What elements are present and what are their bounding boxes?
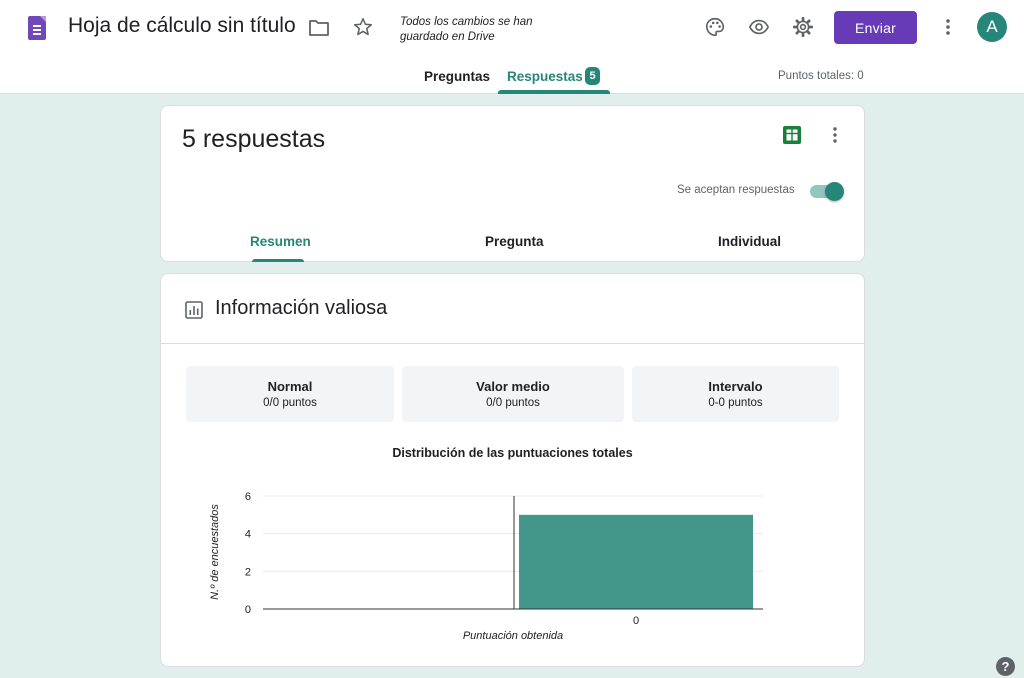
subtab-individual[interactable]: Individual bbox=[718, 234, 781, 249]
star-icon[interactable] bbox=[352, 16, 374, 38]
active-subtab-indicator bbox=[252, 259, 304, 262]
chart-y-ticks: 0 2 4 6 bbox=[245, 491, 251, 616]
more-vert-icon[interactable] bbox=[938, 16, 958, 38]
stat-normal: Normal 0/0 puntos bbox=[186, 366, 394, 422]
send-button[interactable]: Enviar bbox=[834, 11, 917, 44]
stat-label: Valor medio bbox=[476, 379, 550, 394]
chart-y-axis-label: N.º de encuestados bbox=[209, 504, 221, 600]
eye-icon[interactable] bbox=[747, 16, 771, 38]
insights-title: Información valiosa bbox=[215, 297, 388, 319]
stat-range: Intervalo 0-0 puntos bbox=[632, 366, 839, 422]
chart-x-tick-label: 0 bbox=[633, 615, 639, 627]
active-tab-indicator bbox=[498, 90, 610, 94]
tab-questions[interactable]: Preguntas bbox=[424, 69, 490, 84]
palette-icon[interactable] bbox=[704, 16, 726, 38]
chart-y-tick-label: 4 bbox=[245, 529, 251, 541]
stat-value: 0/0 puntos bbox=[486, 397, 540, 409]
save-status: Todos los cambios se han guardado en Dri… bbox=[400, 16, 533, 43]
top-header: Hoja de cálculo sin título Todos los cam… bbox=[0, 0, 1024, 94]
subtab-summary[interactable]: Resumen bbox=[250, 234, 311, 249]
tab-responses[interactable]: Respuestas bbox=[507, 69, 583, 84]
stat-value: 0/0 puntos bbox=[263, 397, 317, 409]
gear-icon[interactable] bbox=[792, 16, 814, 38]
responses-count-title: 5 respuestas bbox=[182, 125, 326, 153]
folder-icon[interactable] bbox=[308, 18, 330, 38]
forms-app-icon[interactable] bbox=[28, 16, 46, 40]
document-title[interactable]: Hoja de cálculo sin título bbox=[68, 14, 296, 38]
more-vert-icon[interactable] bbox=[827, 126, 843, 144]
bar-chart-icon bbox=[185, 301, 203, 319]
total-points: Puntos totales: 0 bbox=[778, 70, 864, 82]
sheets-icon[interactable] bbox=[783, 126, 801, 144]
help-icon[interactable]: ? bbox=[996, 657, 1015, 676]
chart-bars bbox=[519, 514, 753, 609]
chart-x-axis-label: Puntuación obtenida bbox=[463, 630, 563, 642]
responses-summary-card: 5 respuestas Se aceptan respuestas Resum… bbox=[160, 105, 865, 262]
score-distribution-chart: 0 2 4 6 0 Puntuación obtenida N.º de encues… bbox=[209, 491, 763, 642]
subtab-question[interactable]: Pregunta bbox=[485, 234, 544, 249]
chart-bar bbox=[519, 514, 753, 609]
accepting-responses-label: Se aceptan respuestas bbox=[677, 184, 795, 196]
stat-value: 0-0 puntos bbox=[708, 397, 763, 409]
insights-card: Información valiosa Normal 0/0 puntos Va… bbox=[160, 273, 865, 667]
stat-label: Intervalo bbox=[708, 379, 763, 394]
chart-title: Distribución de las puntuaciones totales bbox=[392, 446, 633, 460]
stat-mean: Valor medio 0/0 puntos bbox=[402, 366, 624, 422]
chart-y-tick-label: 6 bbox=[245, 491, 251, 503]
accepting-responses-toggle[interactable] bbox=[809, 182, 845, 201]
chart-y-tick-label: 2 bbox=[245, 566, 251, 578]
divider bbox=[161, 343, 864, 344]
chart-y-tick-label: 0 bbox=[245, 604, 251, 616]
stat-label: Normal bbox=[267, 379, 313, 394]
chart-x-ticks: 0 bbox=[633, 615, 639, 627]
responses-count-badge: 5 bbox=[585, 67, 600, 85]
account-avatar[interactable]: A bbox=[977, 12, 1007, 42]
toggle-knob bbox=[825, 182, 844, 201]
